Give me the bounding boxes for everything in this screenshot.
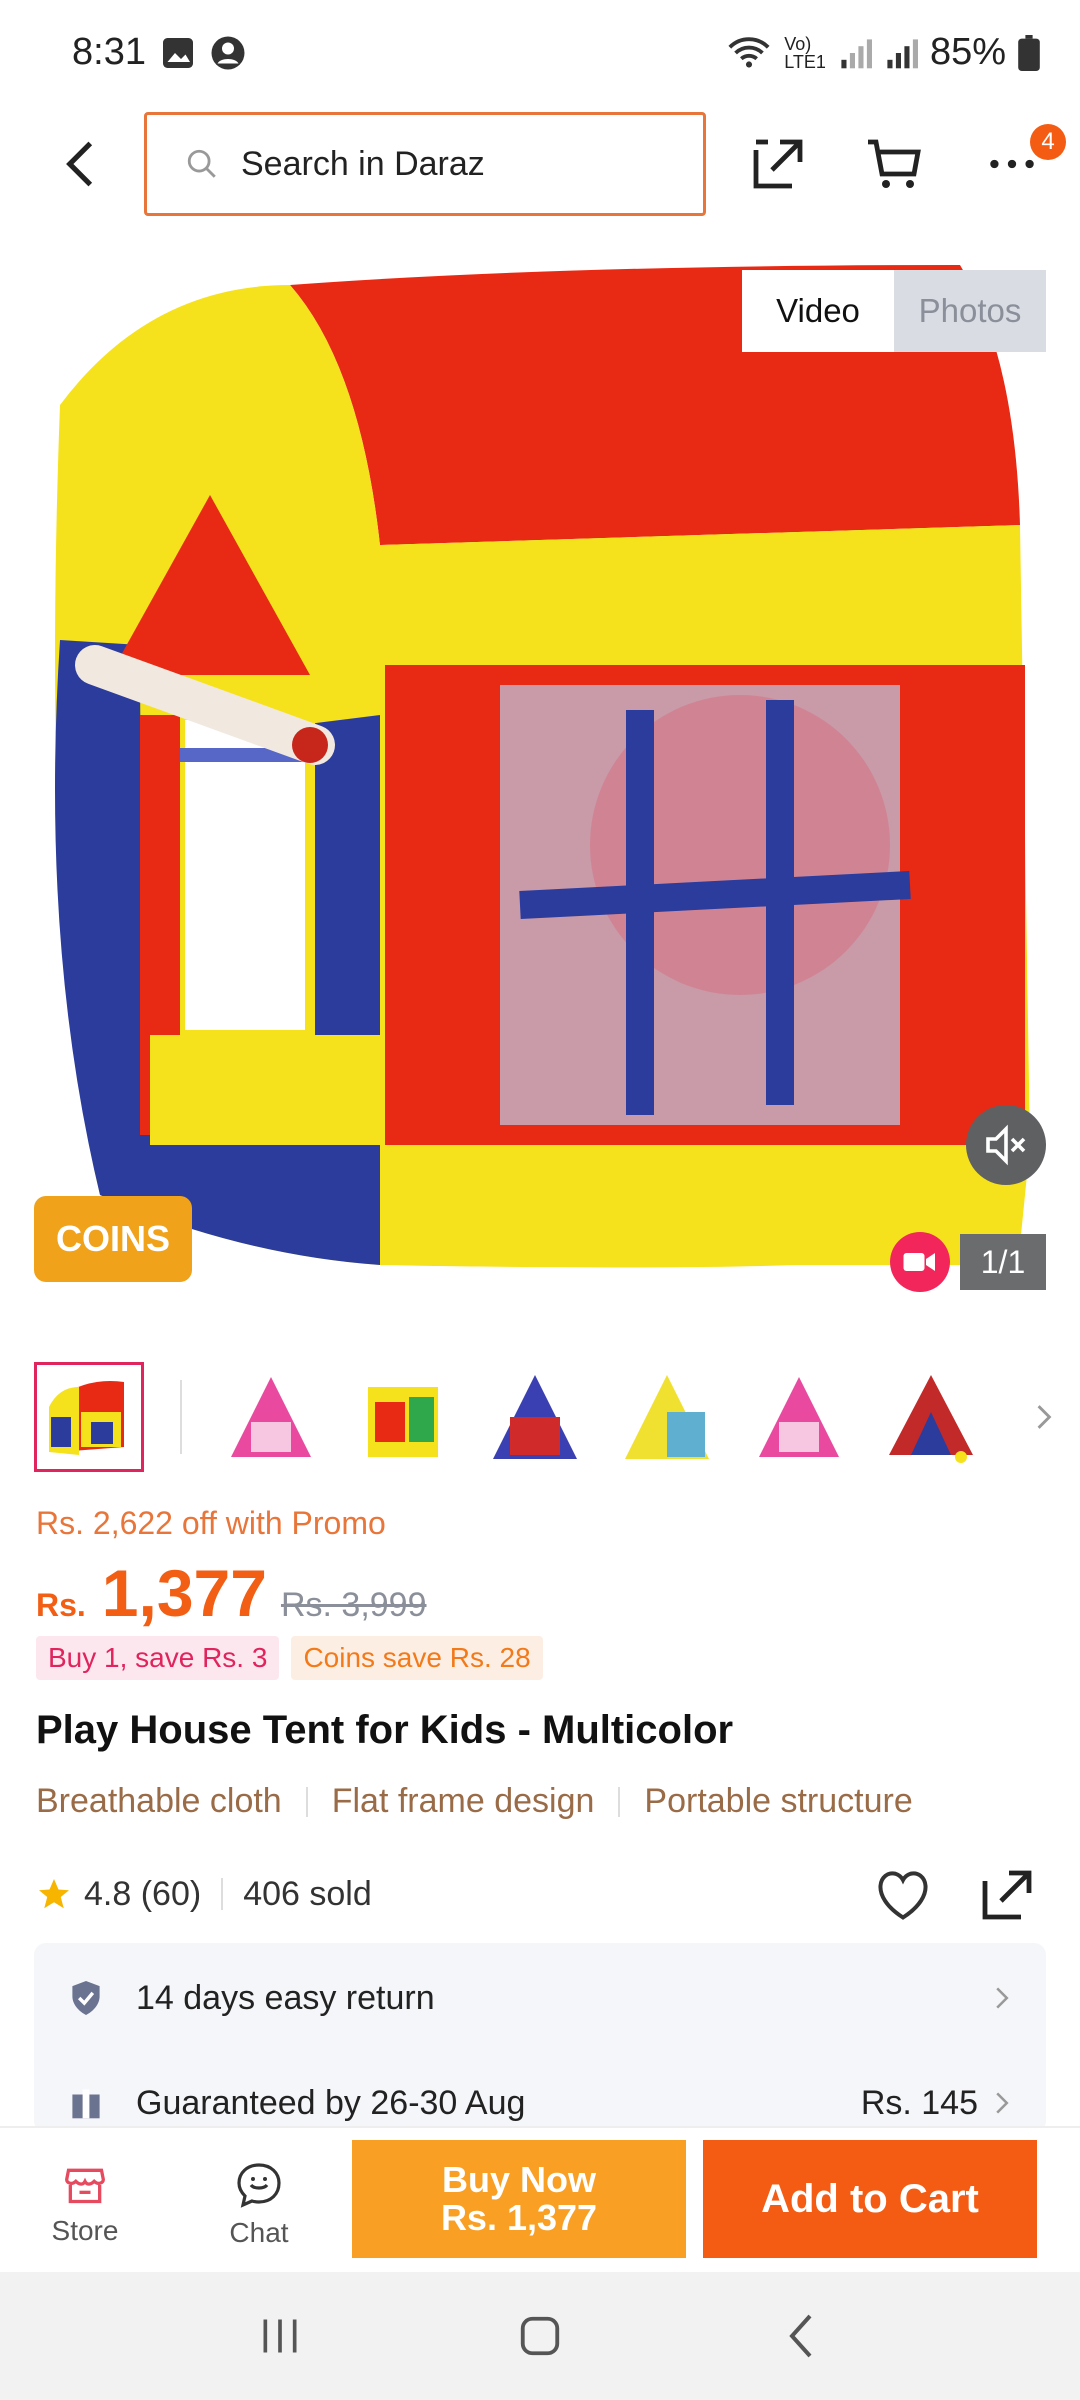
search-input[interactable]: Search in Daraz xyxy=(144,112,706,216)
store-icon xyxy=(65,2168,105,2204)
buy-save-chip[interactable]: Buy 1, save Rs. 3 xyxy=(36,1636,280,1680)
home-icon xyxy=(520,2316,560,2356)
wifi-icon xyxy=(728,36,770,68)
thumbnail-4[interactable] xyxy=(480,1362,590,1472)
thumbnail-3[interactable] xyxy=(348,1362,458,1472)
tent-illustration xyxy=(55,265,1030,1268)
store-button[interactable]: Store xyxy=(20,2150,150,2260)
buy-now-price: Rs. 1,377 xyxy=(440,2197,598,2238)
sold-count: 406 sold xyxy=(243,1874,372,1913)
search-placeholder: Search in Daraz xyxy=(241,144,485,183)
chat-button[interactable]: Chat xyxy=(194,2150,324,2260)
star-icon xyxy=(39,1879,69,1909)
return-policy-row[interactable]: 14 days easy return xyxy=(34,1963,1046,2033)
share-icon xyxy=(982,1870,1032,1920)
recent-apps-icon xyxy=(263,2319,297,2353)
thumbnail-6[interactable] xyxy=(744,1362,854,1472)
camera-glyph xyxy=(903,1253,935,1271)
price-row: Rs. 1,377 Rs. 3,999 xyxy=(36,1555,427,1631)
return-chevron xyxy=(994,1984,1010,2012)
recent-apps-button[interactable] xyxy=(240,2296,320,2376)
feature-item: Breathable cloth xyxy=(36,1782,282,1820)
promo-text: Rs. 2,622 off with Promo xyxy=(36,1505,386,1541)
service-card: 14 days easy return Guaranteed by 26-30 … xyxy=(34,1943,1046,2133)
cart-button[interactable] xyxy=(860,130,928,198)
search-icon xyxy=(187,149,216,178)
delivery-price: Rs. 145 xyxy=(860,2083,978,2122)
add-to-cart-button[interactable]: Add to Cart xyxy=(703,2140,1037,2258)
price-original: Rs. 3,999 xyxy=(280,1586,427,1624)
volte-icon: Vo) LTE1 xyxy=(784,33,826,72)
video-camera-icon[interactable] xyxy=(890,1232,950,1292)
share-icon xyxy=(753,139,803,189)
rating-value[interactable]: 4.8 (60) xyxy=(84,1875,201,1914)
thumbnail-divider xyxy=(180,1380,182,1454)
feature-list: Breathable cloth Flat frame design Porta… xyxy=(36,1782,913,1821)
status-time: 8:31 xyxy=(72,31,146,73)
thumbnail-strip xyxy=(34,1358,1064,1476)
return-policy-text: 14 days easy return xyxy=(136,1978,435,2017)
tab-video[interactable]: Video xyxy=(742,270,894,352)
battery-percent: 85% xyxy=(929,31,1006,73)
media-tabs: Video Photos xyxy=(742,270,1046,352)
more-icon xyxy=(990,159,1034,169)
chevron-right-icon xyxy=(996,1987,1009,2009)
thumbnail-5[interactable] xyxy=(612,1362,722,1472)
thumbnail-2[interactable] xyxy=(216,1362,326,1472)
feature-divider xyxy=(618,1786,621,1817)
cart-badge: 4 xyxy=(1030,124,1066,160)
chevron-right-icon xyxy=(996,2092,1009,2114)
price-current: 1,377 xyxy=(101,1556,267,1630)
product-title: Play House Tent for Kids - Multicolor xyxy=(36,1708,734,1752)
chat-icon xyxy=(237,2163,281,2208)
store-label: Store xyxy=(51,2215,119,2246)
product-image[interactable] xyxy=(0,245,1080,1305)
buy-now-button[interactable]: Buy Now Rs. 1,377 xyxy=(352,2140,686,2258)
price-currency: Rs. xyxy=(36,1587,86,1623)
share-product-button[interactable] xyxy=(972,1860,1042,1930)
buy-now-label: Buy Now xyxy=(441,2159,596,2201)
feature-divider xyxy=(305,1786,308,1817)
rating-divider xyxy=(221,1878,224,1910)
tab-photos[interactable]: Photos xyxy=(894,270,1046,352)
share-button[interactable] xyxy=(744,130,812,198)
signal-icon xyxy=(841,38,872,68)
top-bar: Search in Daraz 4 xyxy=(0,110,1080,220)
status-bar: 8:31 Vo) LTE1 85% xyxy=(0,0,1080,105)
cart-icon xyxy=(868,139,921,188)
gallery-icon xyxy=(162,37,193,68)
chevron-right-icon xyxy=(1037,1405,1052,1429)
savings-chips: Buy 1, save Rs. 3 Coins save Rs. 28 xyxy=(36,1636,543,1680)
back-icon xyxy=(789,2314,812,2358)
feature-item: Portable structure xyxy=(644,1782,913,1820)
package-icon xyxy=(66,2083,106,2123)
delivery-price-wrap: Rs. 145 xyxy=(861,2084,1010,2123)
coins-save-chip[interactable]: Coins save Rs. 28 xyxy=(291,1636,543,1680)
delivery-row[interactable]: Guaranteed by 26-30 Aug Rs. 145 xyxy=(34,2068,1046,2133)
rating-row: 4.8 (60) 406 sold xyxy=(36,1864,1044,1924)
wishlist-button[interactable] xyxy=(868,1860,938,1930)
coins-badge: COINS xyxy=(34,1196,192,1282)
heart-icon xyxy=(878,1871,928,1920)
thumbnail-7[interactable] xyxy=(876,1362,986,1472)
signal-icon-2 xyxy=(887,38,918,68)
battery-icon xyxy=(1018,34,1040,71)
account-icon xyxy=(211,36,245,69)
mute-button[interactable] xyxy=(966,1105,1046,1185)
nav-back-button[interactable] xyxy=(760,2296,840,2376)
delivery-text: Guaranteed by 26-30 Aug xyxy=(136,2083,526,2122)
media-counter: 1/1 xyxy=(960,1234,1046,1290)
thumbnail-1[interactable] xyxy=(34,1362,144,1472)
back-arrow-icon xyxy=(66,141,93,187)
feature-item: Flat frame design xyxy=(331,1782,595,1820)
chat-label: Chat xyxy=(229,2217,289,2248)
shield-check-icon xyxy=(66,1978,106,2018)
home-button[interactable] xyxy=(500,2296,580,2376)
back-button[interactable] xyxy=(50,134,110,194)
mute-icon xyxy=(986,1124,1026,1166)
thumbnail-next-button[interactable] xyxy=(1024,1397,1064,1437)
system-nav-bar xyxy=(0,2272,1080,2400)
